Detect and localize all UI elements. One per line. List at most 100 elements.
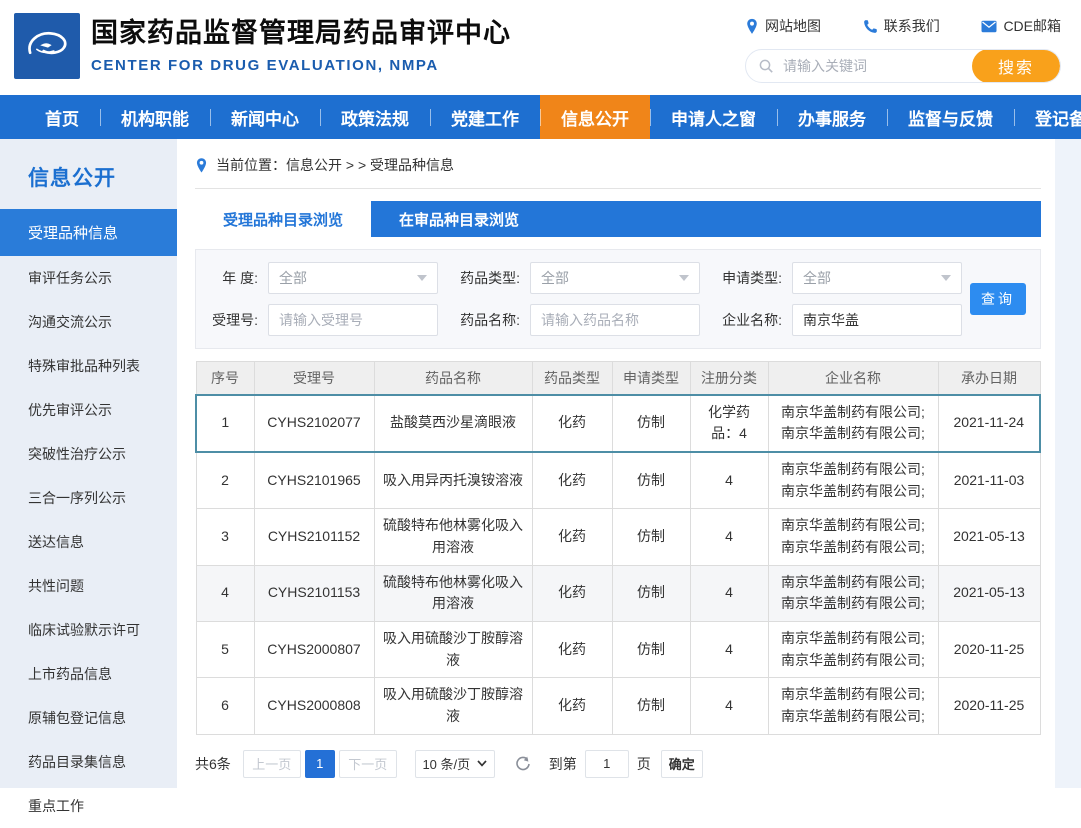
table-cell: 2020-11-25: [938, 622, 1040, 678]
column-header: 申请类型: [612, 362, 690, 395]
table-row[interactable]: 1CYHS2102077盐酸莫西沙星滴眼液化药仿制化学药品：4南京华盖制药有限公…: [196, 395, 1040, 452]
drug-name-input[interactable]: [530, 304, 700, 336]
table-cell: 2021-05-13: [938, 565, 1040, 621]
table-cell: 南京华盖制药有限公司;南京华盖制药有限公司;: [768, 452, 938, 509]
site-subtitle: CENTER FOR DRUG EVALUATION, NMPA: [91, 57, 511, 74]
table-cell: 仿制: [612, 678, 690, 734]
cde-logo[interactable]: [14, 13, 80, 79]
nav-item[interactable]: 政策法规: [320, 95, 430, 139]
table-cell: 南京华盖制药有限公司;南京华盖制药有限公司;: [768, 678, 938, 734]
table-cell: 化学药品：4: [690, 395, 768, 452]
prev-page-button[interactable]: 上一页: [243, 750, 301, 778]
table-cell: 盐酸莫西沙星滴眼液: [374, 395, 532, 452]
table-cell: 硫酸特布他林雾化吸入用溶液: [374, 565, 532, 621]
nav-item[interactable]: 登记备案平台: [1014, 95, 1081, 139]
table-cell: 5: [196, 622, 254, 678]
table-cell: 化药: [532, 452, 612, 509]
table-row[interactable]: 4CYHS2101153硫酸特布他林雾化吸入用溶液化药仿制4南京华盖制药有限公司…: [196, 565, 1040, 621]
sidebar-item[interactable]: 重点工作: [0, 784, 177, 828]
nav-item[interactable]: 党建工作: [430, 95, 540, 139]
table-row[interactable]: 2CYHS2101965吸入用异丙托溴铵溶液化药仿制4南京华盖制药有限公司;南京…: [196, 452, 1040, 509]
table-cell: 仿制: [612, 452, 690, 509]
apply-type-select[interactable]: 全部: [792, 262, 962, 294]
sidebar-item[interactable]: 原辅包登记信息: [0, 696, 177, 740]
sidebar-item[interactable]: 审评任务公示: [0, 256, 177, 300]
sidebar-item[interactable]: 优先审评公示: [0, 388, 177, 432]
table-cell: 2021-11-24: [938, 395, 1040, 452]
nav-item[interactable]: 新闻中心: [210, 95, 320, 139]
table-cell: 2020-11-25: [938, 678, 1040, 734]
nav-item[interactable]: 监督与反馈: [887, 95, 1014, 139]
acceptance-no-input[interactable]: [268, 304, 438, 336]
cde-logo-swoosh-icon: [20, 19, 74, 73]
sidebar-item[interactable]: 三合一序列公示: [0, 476, 177, 520]
table-cell: 4: [690, 509, 768, 565]
nav-item[interactable]: 机构职能: [100, 95, 210, 139]
goto-page-label: 到第: [549, 754, 577, 774]
sidebar-item[interactable]: 上市药品信息: [0, 652, 177, 696]
quicklink-map-pin[interactable]: 网站地图: [745, 16, 821, 36]
table-row[interactable]: 6CYHS2000808吸入用硫酸沙丁胺醇溶液化药仿制4南京华盖制药有限公司;南…: [196, 678, 1040, 734]
tab[interactable]: 受理品种目录浏览: [195, 201, 371, 237]
pagination: 共6条 上一页 1 下一页 10 条/页 到第 页 确定: [195, 750, 1041, 778]
main-nav: 首页机构职能新闻中心政策法规党建工作信息公开申请人之窗办事服务监督与反馈登记备案…: [0, 95, 1081, 139]
table-cell: CYHS2101153: [254, 565, 374, 621]
refresh-icon[interactable]: [515, 756, 531, 772]
goto-confirm-button[interactable]: 确定: [661, 750, 703, 778]
sidebar-title: 信息公开: [0, 139, 177, 209]
page-size-select[interactable]: 10 条/页: [415, 750, 495, 778]
chevron-down-icon: [477, 760, 487, 767]
table-cell: 仿制: [612, 395, 690, 452]
quicklink-label: 网站地图: [765, 16, 821, 36]
goto-page-input[interactable]: [585, 750, 629, 778]
quicklink-phone[interactable]: 联系我们: [863, 16, 940, 36]
tab-bar: 受理品种目录浏览在审品种目录浏览: [195, 201, 1041, 237]
company-input[interactable]: [792, 304, 962, 336]
search-button[interactable]: 搜索: [972, 49, 1060, 83]
table-cell: 化药: [532, 678, 612, 734]
nav-item[interactable]: 办事服务: [777, 95, 887, 139]
table-cell: 3: [196, 509, 254, 565]
sidebar-item[interactable]: 送达信息: [0, 520, 177, 564]
table-cell: 吸入用异丙托溴铵溶液: [374, 452, 532, 509]
sidebar-item[interactable]: 特殊审批品种列表: [0, 344, 177, 388]
sidebar-item[interactable]: 沟通交流公示: [0, 300, 177, 344]
table-cell: 仿制: [612, 509, 690, 565]
quicklink-mail[interactable]: CDE邮箱: [981, 16, 1061, 36]
chevron-down-icon: [679, 275, 689, 281]
column-header: 受理号: [254, 362, 374, 395]
next-page-button[interactable]: 下一页: [339, 750, 397, 778]
table-cell: 4: [690, 678, 768, 734]
sidebar-item[interactable]: 突破性治疗公示: [0, 432, 177, 476]
table-row[interactable]: 5CYHS2000807吸入用硫酸沙丁胺醇溶液化药仿制4南京华盖制药有限公司;南…: [196, 622, 1040, 678]
sidebar-item[interactable]: 临床试验默示许可: [0, 608, 177, 652]
map-pin-icon: [745, 18, 759, 35]
table-row[interactable]: 3CYHS2101152硫酸特布他林雾化吸入用溶液化药仿制4南京华盖制药有限公司…: [196, 509, 1040, 565]
brand: 国家药品监督管理局药品审评中心 CENTER FOR DRUG EVALUATI…: [14, 13, 511, 79]
nav-item[interactable]: 首页: [24, 95, 100, 139]
tab[interactable]: 在审品种目录浏览: [371, 201, 547, 237]
nav-item[interactable]: 信息公开: [540, 95, 650, 139]
mail-icon: [981, 20, 997, 33]
table-cell: 硫酸特布他林雾化吸入用溶液: [374, 509, 532, 565]
sidebar-item[interactable]: 受理品种信息: [0, 209, 177, 256]
page-number-button[interactable]: 1: [305, 750, 335, 778]
table-cell: CYHS2101965: [254, 452, 374, 509]
goto-page-suffix: 页: [637, 754, 651, 774]
drug-name-label: 药品名称:: [438, 310, 530, 330]
query-button[interactable]: 查询: [970, 283, 1026, 315]
search-input[interactable]: [781, 57, 972, 75]
year-select[interactable]: 全部: [268, 262, 438, 294]
breadcrumb-text: 当前位置：信息公开 > > 受理品种信息: [216, 155, 454, 175]
drug-type-label: 药品类型:: [438, 268, 530, 288]
sidebar-item[interactable]: 药品目录集信息: [0, 740, 177, 784]
sidebar-item[interactable]: 共性问题: [0, 564, 177, 608]
column-header: 序号: [196, 362, 254, 395]
year-label: 年 度:: [196, 268, 268, 288]
drug-type-select[interactable]: 全部: [530, 262, 700, 294]
table-cell: 仿制: [612, 622, 690, 678]
nav-item[interactable]: 申请人之窗: [650, 95, 777, 139]
table-cell: 化药: [532, 565, 612, 621]
sidebar: 信息公开 受理品种信息审评任务公示沟通交流公示特殊审批品种列表优先审评公示突破性…: [0, 139, 177, 788]
column-header: 药品名称: [374, 362, 532, 395]
